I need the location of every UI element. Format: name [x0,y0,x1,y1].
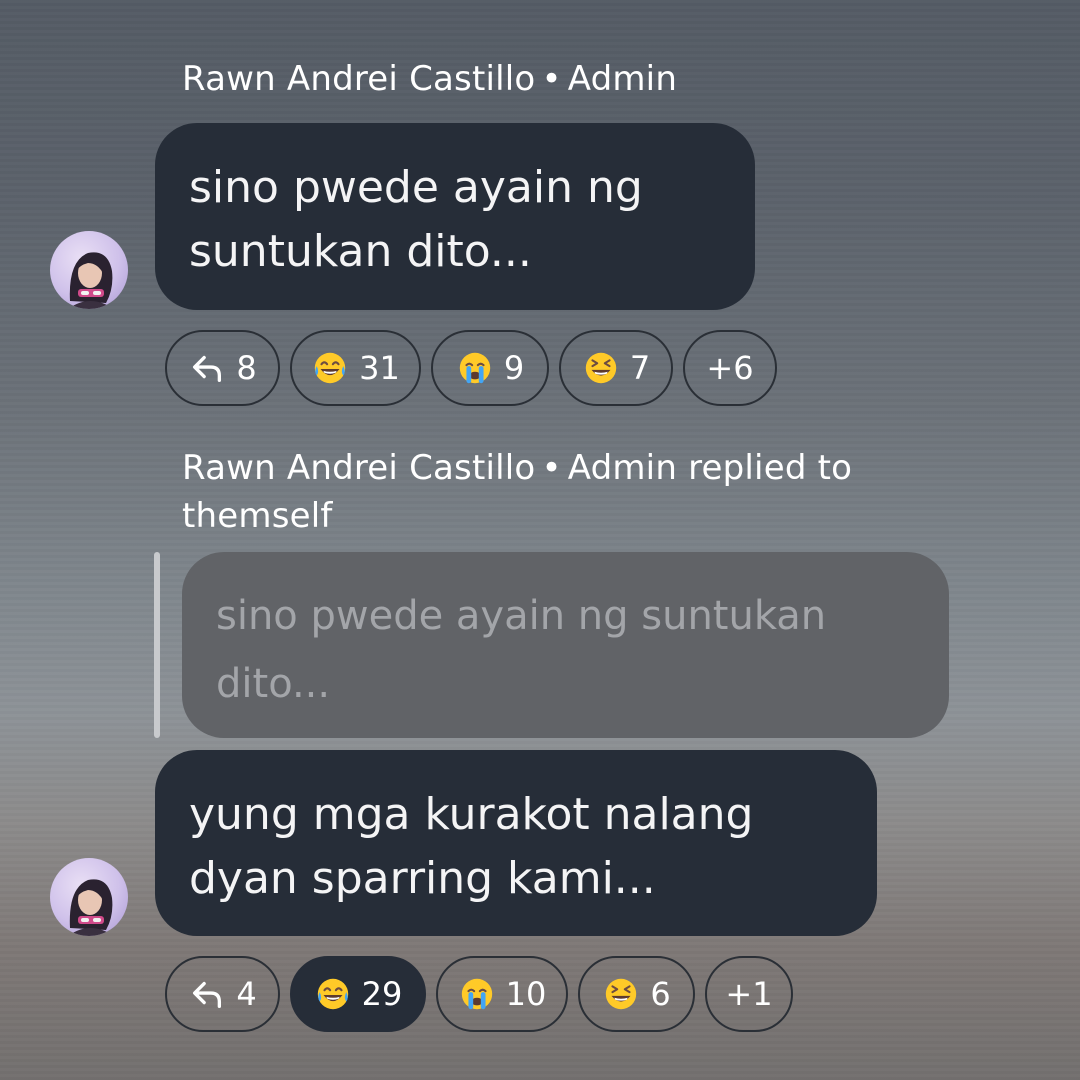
reply-count: 8 [236,349,257,387]
message-text-line: yung mga kurakot nalang [189,789,754,840]
reply-header: Rawn Andrei Castillo • Admin replied to the… [182,444,942,540]
reply-count: 4 [236,975,257,1013]
reaction-bar: 4 29 10 6 +1 [165,956,793,1032]
reply-icon [188,975,226,1013]
sender-role-badge: Admin [567,448,678,488]
reply-note: replied to [688,448,853,488]
squinting-laugh-emoji-icon [582,349,620,387]
reaction-count: 9 [503,349,525,387]
squinting-laugh-emoji-icon [602,975,640,1013]
sender-name[interactable]: Rawn Andrei Castillo [182,59,535,99]
more-reactions-count: +1 [725,975,773,1013]
quoted-text-line: sino pwede ayain ng suntukan [216,593,827,639]
reaction-chip-laughing-selected[interactable]: 29 [290,956,426,1032]
reaction-chip-crying[interactable]: 9 [431,330,549,406]
quote-indicator-bar [154,552,160,738]
reaction-count: 29 [361,975,403,1013]
more-reactions-chip[interactable]: +1 [705,956,793,1032]
crying-emoji-icon [456,349,494,387]
reaction-count: 6 [650,975,671,1013]
reply-count-chip[interactable]: 4 [165,956,280,1032]
more-reactions-count: +6 [706,349,754,387]
more-reactions-chip[interactable]: +6 [683,330,777,406]
crying-emoji-icon [458,975,496,1013]
message-text-line: dyan sparring kami... [189,853,656,904]
reaction-count: 10 [505,975,547,1013]
avatar-portrait-icon [68,252,114,309]
message-bubble[interactable]: sino pwede ayain ng suntukan dito... [155,123,755,310]
reply-icon [188,349,226,387]
sender-header: Rawn Andrei Castillo • Admin [182,55,677,103]
message-bubble[interactable]: yung mga kurakot nalang dyan sparring ka… [155,750,877,936]
avatar[interactable] [50,858,128,936]
separator-dot: • [541,448,562,488]
separator-dot: • [541,59,562,99]
reaction-chip-squinting[interactable]: 6 [578,956,695,1032]
laughing-tears-emoji-icon [311,349,349,387]
quoted-message[interactable]: sino pwede ayain ng suntukan dito... [182,552,949,738]
message-text-line: suntukan dito... [189,226,532,277]
laughing-tears-emoji-icon [314,975,352,1013]
avatar[interactable] [50,231,128,309]
sender-role-badge: Admin [567,59,678,99]
reply-target: themself [182,496,333,536]
reaction-chip-crying[interactable]: 10 [436,956,568,1032]
reaction-chip-squinting[interactable]: 7 [559,330,673,406]
avatar-portrait-icon [68,879,114,936]
reaction-count: 7 [629,349,651,387]
sender-name[interactable]: Rawn Andrei Castillo [182,448,535,488]
reaction-bar: 8 31 9 7 +6 [165,330,777,406]
quoted-text-line: dito... [216,661,331,707]
reaction-count: 31 [359,349,400,387]
message-text-line: sino pwede ayain ng [189,162,643,213]
reaction-chip-laughing[interactable]: 31 [290,330,421,406]
reply-count-chip[interactable]: 8 [165,330,280,406]
